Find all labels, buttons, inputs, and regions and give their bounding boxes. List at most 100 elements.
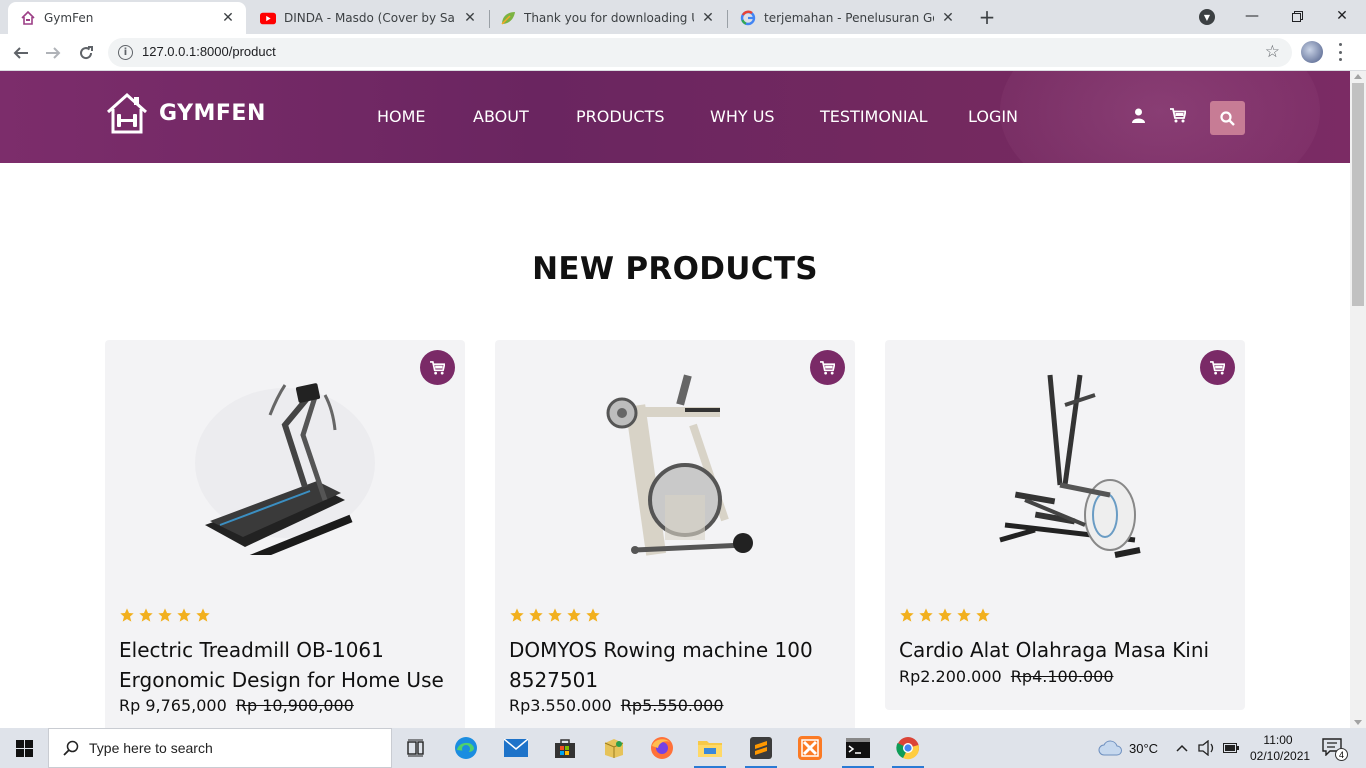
star-icon [120,608,134,622]
start-button[interactable] [0,728,48,768]
bookmark-star-icon[interactable]: ☆ [1265,42,1280,62]
browser-menu-icon[interactable] [1338,43,1342,61]
product-price: Rp2.200.000 Rp4.100.000 [899,667,1114,686]
task-view-icon[interactable] [396,732,436,764]
search-button[interactable] [1210,101,1245,135]
file-explorer-icon[interactable] [690,732,730,768]
star-icon [919,608,933,622]
clock-date: 02/10/2021 [1250,749,1311,763]
restore-button[interactable] [1274,0,1320,32]
star-icon [510,608,524,622]
product-name[interactable]: DOMYOS Rowing machine 100 8527501 [509,635,844,695]
close-tab-icon[interactable]: ✕ [940,10,956,26]
nav-home[interactable]: HOME [377,107,426,126]
product-name[interactable]: Cardio Alat Olahraga Masa Kini [899,635,1234,665]
file-archive-icon[interactable] [594,732,634,764]
windows-logo-icon [15,739,33,757]
star-icon [586,608,600,622]
tab-title: DINDA - Masdo (Cover by Saidah [284,11,456,25]
brand-name: GYMFEN [159,100,266,126]
tab-download[interactable]: Thank you for downloading Unlo ✕ [488,2,726,34]
url-text[interactable]: 127.0.0.1:8000/product [142,44,276,59]
show-hidden-icons[interactable] [1176,728,1188,768]
star-icon [158,608,172,622]
scrollbar-thumb[interactable] [1352,83,1364,306]
profile-avatar[interactable] [1301,41,1323,63]
product-card[interactable]: DOMYOS Rowing machine 100 8527501 Rp3.55… [495,340,855,728]
scroll-down-icon[interactable] [1354,720,1362,725]
star-icon [177,608,191,622]
sublime-text-icon[interactable] [741,732,781,768]
product-image-rowing-machine[interactable] [495,360,855,570]
star-icon [548,608,562,622]
tab-google-search[interactable]: terjemahan - Penelusuran Google ✕ [728,2,966,34]
chevron-up-icon [1176,744,1188,752]
old-price: Rp5.550.000 [620,696,724,715]
tab-title: Thank you for downloading Unlo [524,11,694,25]
star-icon [938,608,952,622]
microsoft-store-icon[interactable] [545,732,585,764]
notification-center-button[interactable]: 4 [1322,738,1348,761]
tab-title: GymFen [44,11,94,25]
close-tab-icon[interactable]: ✕ [462,10,478,26]
battery-icon[interactable] [1223,728,1239,768]
product-name[interactable]: Electric Treadmill OB-1061 Ergonomic Des… [119,635,454,695]
cart-icon[interactable] [1170,108,1187,127]
site-logo[interactable]: GYMFEN [105,91,266,135]
product-card[interactable]: Electric Treadmill OB-1061 Ergonomic Des… [105,340,465,728]
site-info-icon[interactable]: i [118,45,133,60]
star-icon [196,608,210,622]
rating-stars [509,607,601,623]
star-icon [976,608,990,622]
taskbar-search-box[interactable]: Type here to search [48,728,392,768]
nav-login[interactable]: LOGIN [968,107,1018,126]
tab-title: terjemahan - Penelusuran Google [764,11,934,25]
product-card[interactable]: Cardio Alat Olahraga Masa Kini Rp2.200.0… [885,340,1245,710]
star-icon [957,608,971,622]
close-tab-icon[interactable]: ✕ [700,10,716,26]
nav-testimonial[interactable]: TESTIMONIAL [820,107,927,126]
chrome-icon[interactable] [888,732,928,768]
new-tab-button[interactable]: + [976,5,998,29]
rating-stars [899,607,991,623]
close-tab-icon[interactable]: ✕ [220,10,236,26]
clock-time: 11:00 [1263,733,1293,747]
edge-browser-icon[interactable] [446,732,486,764]
page-scrollbar[interactable] [1350,71,1366,728]
weather-widget[interactable]: 30°C [1098,728,1158,768]
mail-icon[interactable] [496,732,536,764]
header-background-decoration [1000,71,1320,163]
product-image-treadmill[interactable] [105,360,465,570]
reload-icon[interactable] [72,39,100,67]
star-icon [529,608,543,622]
tab-search-icon[interactable]: ▼ [1199,9,1215,25]
browser-toolbar: i 127.0.0.1:8000/product ☆ [0,34,1366,71]
back-arrow-icon[interactable] [7,39,35,67]
close-window-button[interactable]: ✕ [1319,0,1365,32]
site-header: GYMFEN HOME ABOUT PRODUCTS WHY US TESTIM… [0,71,1350,163]
notification-count: 4 [1335,748,1348,761]
cloud-icon [1098,740,1122,756]
tab-youtube[interactable]: DINDA - Masdo (Cover by Saidah ✕ [248,2,488,34]
product-image-elliptical[interactable] [885,360,1245,570]
terminal-icon[interactable] [838,732,878,768]
nav-about[interactable]: ABOUT [473,107,529,126]
xampp-icon[interactable] [790,732,830,764]
nav-why-us[interactable]: WHY US [710,107,775,126]
rating-stars [119,607,211,623]
user-icon[interactable] [1132,108,1145,127]
scroll-up-icon[interactable] [1354,74,1362,79]
tab-gymfen[interactable]: GymFen ✕ [8,2,246,34]
firefox-icon[interactable] [642,732,682,764]
nav-products[interactable]: PRODUCTS [576,107,665,126]
minimize-button[interactable]: — [1229,0,1275,32]
product-price: Rp 9,765,000 Rp 10,900,000 [119,696,354,715]
forward-arrow-icon[interactable] [39,39,67,67]
system-clock[interactable]: 11:00 02/10/2021 [1250,732,1311,764]
page-viewport: GYMFEN HOME ABOUT PRODUCTS WHY US TESTIM… [0,71,1350,728]
home-dumbbell-icon [106,92,148,134]
old-price: Rp4.100.000 [1010,667,1114,686]
volume-icon[interactable] [1198,728,1216,768]
search-icon [63,740,79,756]
address-bar[interactable]: i 127.0.0.1:8000/product ☆ [108,38,1292,67]
